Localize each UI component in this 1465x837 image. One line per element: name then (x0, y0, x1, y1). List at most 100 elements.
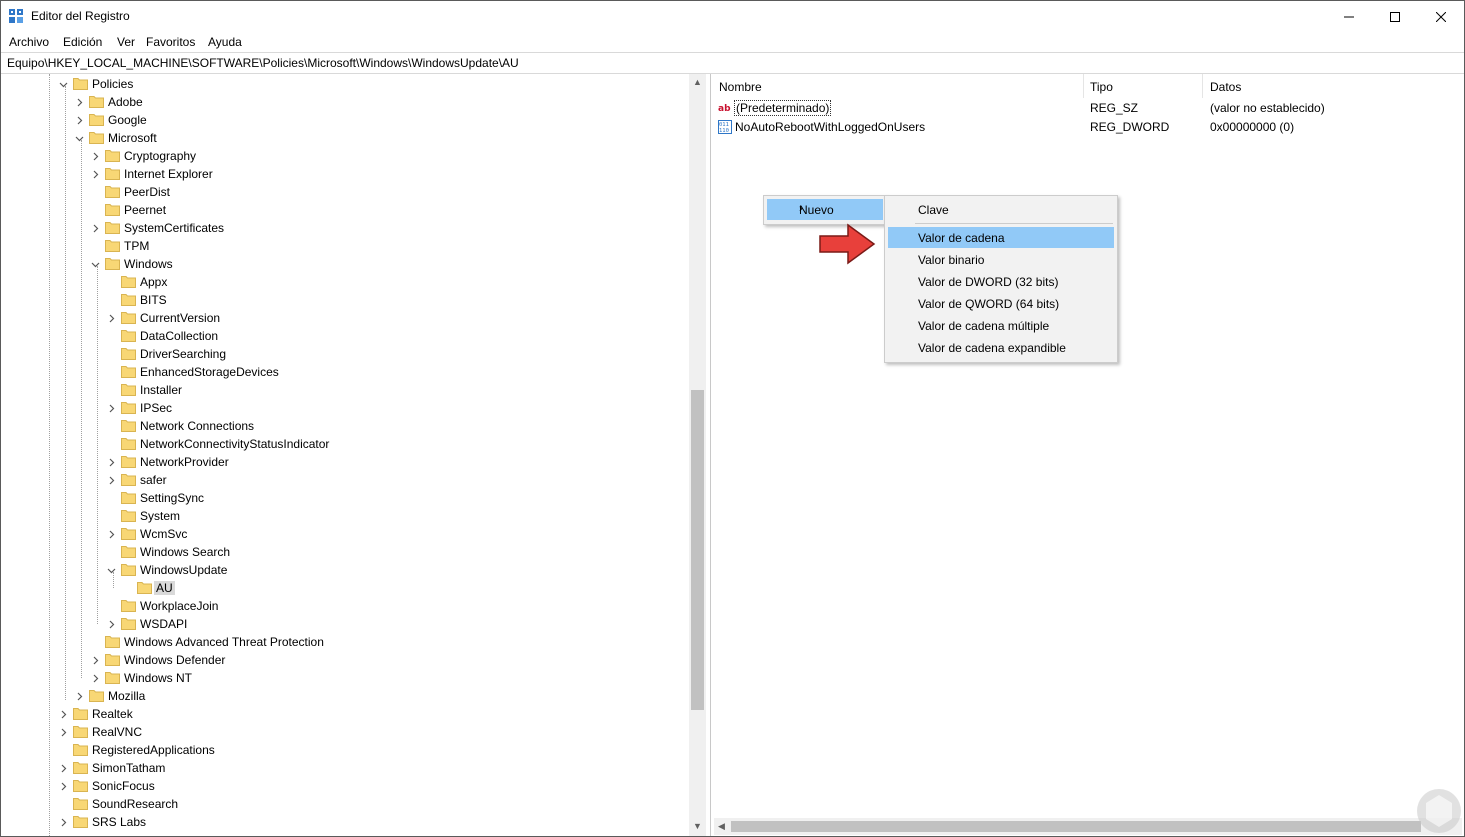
scroll-left-icon[interactable]: ◀ (718, 821, 725, 832)
menu-item-nuevo[interactable]: Nuevo › (767, 199, 883, 220)
chevron-right-icon[interactable] (75, 116, 83, 125)
chevron-right-icon[interactable] (91, 674, 99, 683)
chevron-down-icon[interactable] (107, 566, 116, 574)
tree-item[interactable]: CurrentVersion (1, 309, 689, 327)
menu-ayuda[interactable]: Ayuda (208, 35, 242, 49)
chevron-right-icon[interactable] (107, 530, 115, 539)
scrollbar-thumb[interactable] (731, 821, 1421, 832)
tree-vertical-scrollbar[interactable]: ▲ ▼ (689, 74, 706, 836)
chevron-right-icon[interactable] (59, 818, 67, 827)
tree-item[interactable]: DriverSearching (1, 345, 689, 363)
submenu-item-clave[interactable]: Clave (888, 199, 1114, 220)
values-list[interactable]: Nombre Tipo Datos ab (Predeterminado) RE… (711, 74, 1464, 836)
tree-item[interactable]: TPM (1, 237, 689, 255)
chevron-right-icon[interactable] (107, 314, 115, 323)
address-bar[interactable]: Equipo\HKEY_LOCAL_MACHINE\SOFTWARE\Polic… (1, 52, 1464, 74)
menu-edicion[interactable]: Edición (63, 35, 102, 49)
tree-item[interactable]: BITS (1, 291, 689, 309)
tree-item[interactable]: Google (1, 111, 689, 129)
title-bar[interactable]: Editor del Registro (1, 1, 1464, 32)
chevron-right-icon[interactable] (107, 458, 115, 467)
tree-item[interactable]: Realtek (1, 705, 689, 723)
chevron-right-icon[interactable] (59, 764, 67, 773)
chevron-right-icon[interactable] (75, 98, 83, 107)
chevron-right-icon[interactable] (91, 170, 99, 179)
value-row[interactable]: 011 110 NoAutoRebootWithLoggedOnUsers RE… (711, 118, 1464, 137)
tree-item[interactable]: Windows Defender (1, 651, 689, 669)
tree-item[interactable]: WcmSvc (1, 525, 689, 543)
chevron-right-icon[interactable] (59, 728, 67, 737)
tree-item[interactable]: System (1, 507, 689, 525)
submenu-item-valor-cadena-expandible[interactable]: Valor de cadena expandible (888, 337, 1114, 358)
column-nombre[interactable]: Nombre (719, 80, 762, 94)
close-button[interactable] (1418, 1, 1464, 32)
tree-item[interactable]: SimonTatham (1, 759, 689, 777)
tree-item[interactable]: Policies (1, 75, 689, 93)
address-path[interactable]: Equipo\HKEY_LOCAL_MACHINE\SOFTWARE\Polic… (7, 56, 519, 70)
tree-item[interactable]: Mozilla (1, 687, 689, 705)
tree-item[interactable]: safer (1, 471, 689, 489)
tree-item[interactable]: Windows Search (1, 543, 689, 561)
menu-ver[interactable]: Ver (117, 35, 135, 49)
tree-item[interactable]: Appx (1, 273, 689, 291)
chevron-right-icon[interactable] (75, 692, 83, 701)
chevron-right-icon[interactable] (91, 656, 99, 665)
tree-item[interactable]: WindowsUpdate (1, 561, 689, 579)
scroll-up-icon[interactable]: ▲ (693, 78, 702, 87)
tree-item[interactable]: IPSec (1, 399, 689, 417)
tree-item[interactable]: Installer (1, 381, 689, 399)
submenu-item-valor-binario[interactable]: Valor binario (888, 249, 1114, 270)
values-horizontal-scrollbar[interactable]: ◀ (714, 818, 1462, 835)
tree-item[interactable]: SoundResearch (1, 795, 689, 813)
tree-item[interactable]: AU (1, 579, 689, 597)
chevron-down-icon[interactable] (75, 134, 84, 142)
tree-item[interactable]: NetworkProvider (1, 453, 689, 471)
maximize-button[interactable] (1372, 1, 1418, 32)
menu-favoritos[interactable]: Favoritos (146, 35, 195, 49)
tree-item[interactable]: EnhancedStorageDevices (1, 363, 689, 381)
tree-item[interactable]: SRS Labs (1, 813, 689, 831)
tree-item[interactable]: Windows Advanced Threat Protection (1, 633, 689, 651)
tree-item[interactable]: Windows NT (1, 669, 689, 687)
column-datos[interactable]: Datos (1210, 80, 1241, 94)
tree-item[interactable]: Peernet (1, 201, 689, 219)
tree-item[interactable]: Windows (1, 255, 689, 273)
chevron-right-icon[interactable] (59, 782, 67, 791)
submenu-item-valor-dword[interactable]: Valor de DWORD (32 bits) (888, 271, 1114, 292)
tree-item[interactable]: WorkplaceJoin (1, 597, 689, 615)
chevron-right-icon[interactable] (107, 620, 115, 629)
key-tree[interactable]: Policies Adobe Google Microsoft Cryptography… (1, 74, 689, 836)
tree-item[interactable]: WSDAPI (1, 615, 689, 633)
chevron-right-icon[interactable] (91, 152, 99, 161)
column-separator[interactable] (1083, 74, 1084, 98)
tree-item[interactable]: DataCollection (1, 327, 689, 345)
tree-item[interactable]: Internet Explorer (1, 165, 689, 183)
tree-item[interactable]: SettingSync (1, 489, 689, 507)
menu-archivo[interactable]: Archivo (9, 35, 49, 49)
tree-item[interactable]: RealVNC (1, 723, 689, 741)
value-row[interactable]: ab (Predeterminado) REG_SZ (valor no est… (711, 99, 1464, 118)
submenu-item-valor-cadena[interactable]: Valor de cadena (888, 227, 1114, 248)
tree-item[interactable]: Microsoft (1, 129, 689, 147)
tree-item[interactable]: SystemCertificates (1, 219, 689, 237)
chevron-right-icon[interactable] (107, 476, 115, 485)
tree-item[interactable]: Network Connections (1, 417, 689, 435)
column-separator[interactable] (1202, 74, 1203, 98)
minimize-button[interactable] (1326, 1, 1372, 32)
submenu-item-valor-qword[interactable]: Valor de QWORD (64 bits) (888, 293, 1114, 314)
tree-item[interactable]: SonicFocus (1, 777, 689, 795)
column-tipo[interactable]: Tipo (1090, 80, 1113, 94)
tree-item[interactable]: Cryptography (1, 147, 689, 165)
chevron-right-icon[interactable] (59, 710, 67, 719)
scrollbar-thumb[interactable] (691, 390, 704, 710)
chevron-down-icon[interactable] (59, 80, 68, 88)
tree-item[interactable]: RegisteredApplications (1, 741, 689, 759)
scroll-down-icon[interactable]: ▼ (693, 822, 702, 831)
chevron-down-icon[interactable] (91, 260, 100, 268)
chevron-right-icon[interactable] (91, 224, 99, 233)
tree-item[interactable]: PeerDist (1, 183, 689, 201)
tree-item[interactable]: NetworkConnectivityStatusIndicator (1, 435, 689, 453)
tree-item[interactable]: Adobe (1, 93, 689, 111)
submenu-item-valor-cadena-multiple[interactable]: Valor de cadena múltiple (888, 315, 1114, 336)
chevron-right-icon[interactable] (107, 404, 115, 413)
